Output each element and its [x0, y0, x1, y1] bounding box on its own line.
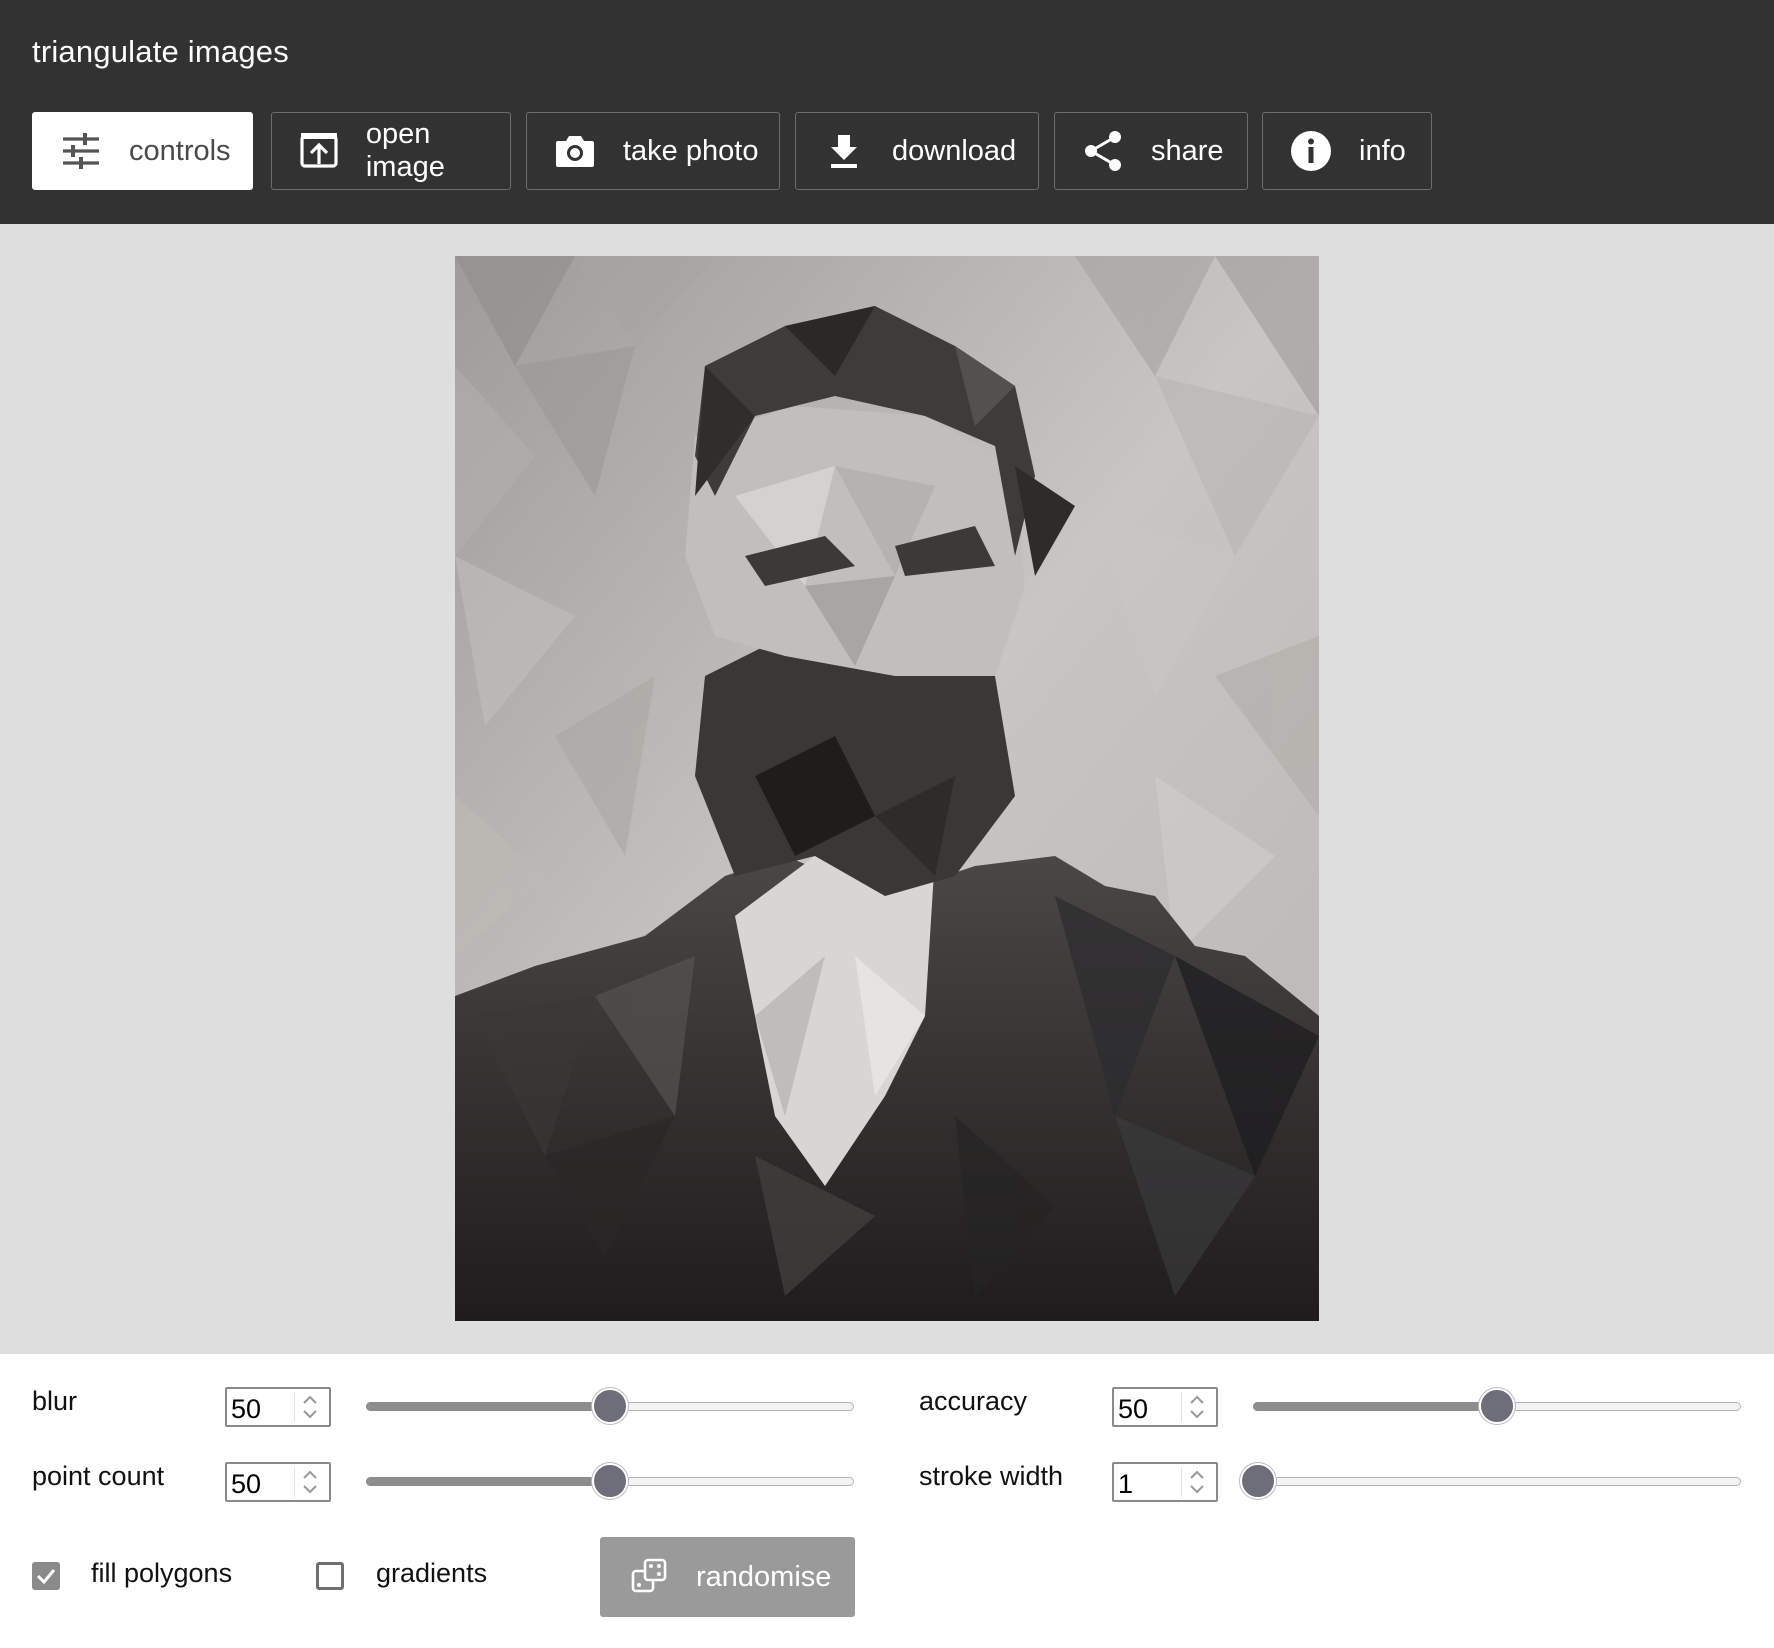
point-count-value: 50: [231, 1469, 262, 1499]
spinner-arrows-icon: [303, 1395, 317, 1419]
point-count-number-input[interactable]: 50: [225, 1462, 331, 1502]
slider-track: [1253, 1477, 1741, 1486]
slider-thumb[interactable]: [592, 1463, 628, 1499]
slider-fill: [366, 1477, 610, 1486]
take-photo-button[interactable]: take photo: [526, 112, 780, 190]
stroke-width-value: 1: [1118, 1469, 1134, 1499]
info-button[interactable]: info: [1262, 112, 1432, 190]
take-photo-button-label: take photo: [623, 134, 759, 167]
accuracy-number-input[interactable]: 50: [1112, 1387, 1218, 1427]
spinner-arrows-icon: [1190, 1470, 1204, 1494]
share-button[interactable]: share: [1054, 112, 1248, 190]
app-title: triangulate images: [32, 34, 289, 69]
accuracy-label: accuracy: [919, 1386, 1028, 1416]
triangulated-portrait-image: [455, 256, 1319, 1321]
open-image-button-label: open image: [365, 118, 445, 183]
checkmark-icon: [36, 1569, 56, 1585]
slider-thumb[interactable]: [1479, 1388, 1515, 1424]
download-button-label: download: [892, 134, 1017, 167]
gradients-label[interactable]: gradients: [376, 1558, 487, 1589]
accuracy-slider[interactable]: [1253, 1387, 1741, 1427]
blur-spinner[interactable]: [294, 1392, 325, 1422]
controls-button-label: controls: [129, 134, 231, 167]
app-header: triangulate images controls open image t…: [0, 0, 1774, 224]
blur-value: 50: [231, 1394, 262, 1424]
accuracy-value: 50: [1118, 1394, 1149, 1424]
spinner-arrows-icon: [1190, 1395, 1204, 1419]
point-count-slider[interactable]: [366, 1462, 854, 1502]
image-stage: [0, 224, 1774, 1354]
slider-fill: [1253, 1402, 1497, 1411]
info-button-label: info: [1359, 134, 1406, 167]
randomise-button-label: randomise: [696, 1560, 832, 1593]
blur-slider[interactable]: [366, 1387, 854, 1427]
controls-button[interactable]: controls: [32, 112, 253, 190]
share-button-label: share: [1151, 134, 1224, 167]
fill-polygons-label[interactable]: fill polygons: [91, 1558, 232, 1589]
stroke-width-spinner[interactable]: [1181, 1467, 1212, 1497]
accuracy-spinner[interactable]: [1181, 1392, 1212, 1422]
controls-panel: blur 50 accuracy 50 point count 50 strok…: [0, 1354, 1774, 1648]
share-icon: [1081, 129, 1125, 173]
randomise-button[interactable]: randomise: [600, 1537, 855, 1617]
open-image-icon: [298, 129, 340, 173]
download-button[interactable]: download: [795, 112, 1039, 190]
camera-icon: [553, 129, 597, 173]
open-image-button[interactable]: open image: [271, 112, 511, 190]
spinner-arrows-icon: [303, 1470, 317, 1494]
dice-icon: [630, 1557, 670, 1597]
stroke-width-slider[interactable]: [1239, 1462, 1741, 1502]
slider-thumb[interactable]: [592, 1388, 628, 1424]
slider-thumb[interactable]: [1239, 1463, 1276, 1499]
slider-fill: [366, 1402, 610, 1411]
stroke-width-label: stroke width: [919, 1461, 1064, 1491]
point-count-label: point count: [32, 1461, 165, 1491]
sliders-icon: [59, 129, 103, 173]
blur-number-input[interactable]: 50: [225, 1387, 331, 1427]
info-icon: [1289, 129, 1333, 173]
fill-polygons-checkbox[interactable]: [32, 1562, 60, 1590]
gradients-checkbox[interactable]: [316, 1562, 344, 1590]
download-icon: [822, 129, 866, 173]
blur-label: blur: [32, 1386, 78, 1416]
stroke-width-number-input[interactable]: 1: [1112, 1462, 1218, 1502]
point-count-spinner[interactable]: [294, 1467, 325, 1497]
